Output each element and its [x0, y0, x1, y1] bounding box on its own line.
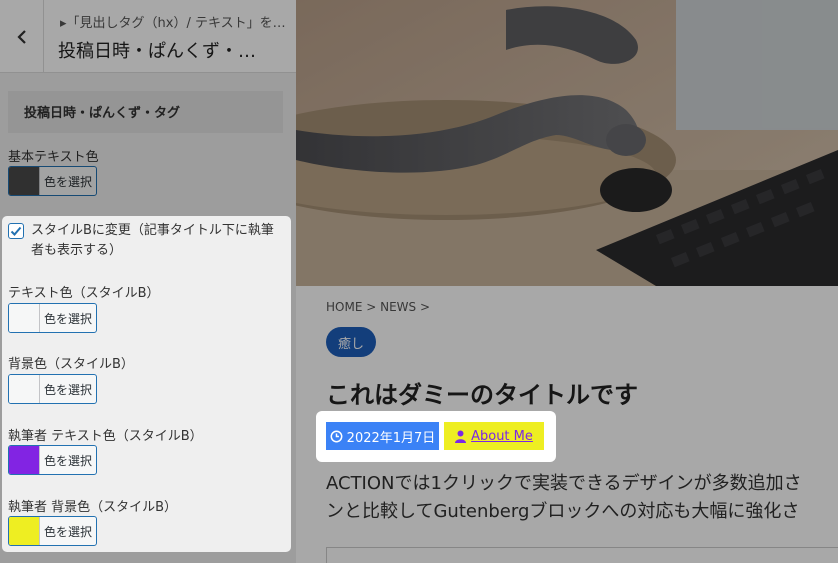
back-button[interactable]	[0, 0, 44, 73]
bg-color-b-label: 背景色（スタイルB）	[8, 357, 134, 372]
post-author-link[interactable]: About Me	[471, 429, 533, 444]
post-meta-highlight: 2022年1月7日 About Me	[316, 411, 556, 462]
checkmark-icon	[10, 226, 22, 236]
base-text-color-label: 基本テキスト色	[8, 150, 99, 165]
color-select-label: 色を選択	[43, 311, 92, 326]
clock-icon	[330, 430, 343, 442]
post-date-text: 2022年1月7日	[346, 430, 436, 446]
style-b-checkbox-label: スタイルBに変更（記事タイトル下に執筆者も表示する）	[31, 223, 274, 258]
author-bg-color-b-label: 執筆者 背景色（スタイルB）	[8, 500, 178, 515]
text-color-b-picker[interactable]: 色を選択	[8, 303, 97, 333]
post-excerpt: ACTIONでは1クリックで実装できるデザインが多数追加さ ンと比較してGute…	[326, 470, 838, 526]
sidebar-header: ▸「見出しタグ（hx）/ テキスト」を… 投稿日時・ぱんくず・…	[0, 0, 296, 73]
text-color-b-swatch	[9, 304, 40, 332]
section-heading: 投稿日時・ぱんくず・タグ	[8, 91, 283, 133]
chevron-left-icon	[16, 29, 26, 44]
user-icon	[455, 430, 467, 443]
text-color-b-label: テキスト色（スタイルB）	[8, 286, 160, 301]
author-bg-color-b-picker[interactable]: 色を選択	[8, 516, 97, 546]
bg-color-b-picker[interactable]: 色を選択	[8, 374, 97, 404]
excerpt-line: ACTIONでは1クリックで実装できるデザインが多数追加さ	[326, 473, 802, 494]
color-select-label: 色を選択	[43, 524, 92, 539]
sidebar-breadcrumb: ▸「見出しタグ（hx）/ テキスト」を…	[60, 16, 286, 31]
post-date: 2022年1月7日	[326, 422, 439, 450]
cat-keyboard-photo	[296, 0, 838, 286]
content-block	[326, 547, 838, 563]
site-preview: HOME > NEWS > 癒し これはダミーのタイトルです ACTIONでは1…	[296, 0, 838, 563]
bg-color-b-swatch	[9, 375, 40, 403]
category-tag[interactable]: 癒し	[326, 327, 376, 357]
author-text-color-b-swatch	[9, 446, 40, 474]
style-b-checkbox-row[interactable]: スタイルBに変更（記事タイトル下に執筆者も表示する）	[8, 221, 286, 261]
author-text-color-b-picker[interactable]: 色を選択	[8, 445, 97, 475]
customizer-sidebar: ▸「見出しタグ（hx）/ テキスト」を… 投稿日時・ぱんくず・… 投稿日時・ぱん…	[0, 0, 296, 563]
sidebar-title: 投稿日時・ぱんくず・…	[58, 41, 256, 62]
base-text-color-swatch	[9, 167, 40, 195]
excerpt-line: ンと比較してGutenbergブロックへの対応も大幅に強化さ	[326, 501, 800, 522]
post-author[interactable]: About Me	[444, 422, 544, 450]
hero-image	[296, 0, 838, 286]
post-title: これはダミーのタイトルです	[326, 381, 638, 409]
author-bg-color-b-swatch	[9, 517, 40, 545]
breadcrumb[interactable]: HOME > NEWS >	[326, 300, 430, 314]
base-text-color-picker[interactable]: 色を選択	[8, 166, 97, 196]
color-select-label: 色を選択	[43, 382, 92, 397]
style-b-checkbox[interactable]	[8, 223, 24, 239]
color-select-label: 色を選択	[43, 174, 92, 189]
color-select-label: 色を選択	[43, 453, 92, 468]
author-text-color-b-label: 執筆者 テキスト色（スタイルB）	[8, 429, 203, 444]
